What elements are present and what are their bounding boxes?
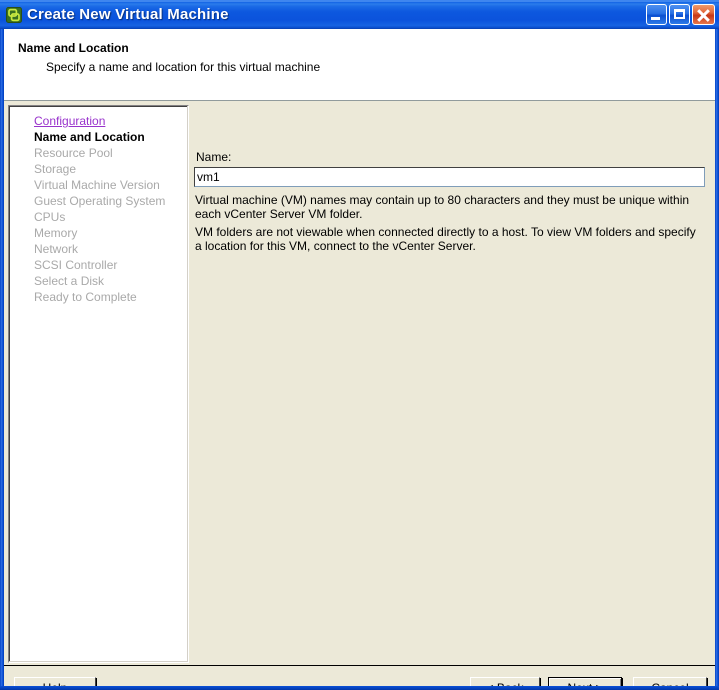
cancel-button[interactable]: Cancel bbox=[633, 677, 707, 686]
minimize-button[interactable] bbox=[646, 4, 667, 25]
back-button[interactable]: < Back bbox=[470, 677, 540, 686]
help-button[interactable]: Help bbox=[14, 677, 96, 686]
sidebar-item-storage: Storage bbox=[34, 162, 77, 176]
sidebar-item-name-and-location[interactable]: Name and Location bbox=[9, 129, 188, 145]
close-button[interactable] bbox=[692, 4, 715, 25]
wizard-step-list: Configuration Name and Location Resource… bbox=[8, 105, 189, 663]
maximize-button[interactable] bbox=[669, 4, 690, 25]
page-title: Name and Location bbox=[18, 41, 129, 55]
window-controls bbox=[646, 4, 715, 25]
name-input[interactable] bbox=[194, 167, 705, 187]
sidebar-item-virtual-machine-version: Virtual Machine Version bbox=[34, 178, 160, 192]
title-bar[interactable]: Create New Virtual Machine bbox=[0, 0, 719, 29]
name-help-text-2: VM folders are not viewable when connect… bbox=[195, 225, 696, 253]
sidebar-item-ready-to-complete: Ready to Complete bbox=[34, 290, 137, 304]
dialog-client-area: Name and Location Specify a name and loc… bbox=[4, 29, 715, 686]
sidebar-item-configuration[interactable]: Configuration bbox=[9, 113, 188, 129]
sidebar-item-resource-pool: Resource Pool bbox=[34, 146, 113, 160]
wizard-footer: Help < Back Next > Cancel bbox=[4, 665, 715, 686]
vmware-squares-icon bbox=[6, 6, 22, 23]
sidebar-item-cpus: CPUs bbox=[34, 210, 66, 224]
wizard-main-panel: Name: Virtual machine (VM) names may con… bbox=[190, 105, 711, 663]
sidebar-item-memory: Memory bbox=[34, 226, 78, 240]
sidebar-item-network: Network bbox=[34, 242, 79, 256]
next-button[interactable]: Next > bbox=[548, 677, 622, 686]
name-help-text-1: Virtual machine (VM) names may contain u… bbox=[195, 193, 690, 221]
window-frame-right bbox=[715, 29, 719, 690]
create-new-virtual-machine-window: Create New Virtual Machine Name and Loca… bbox=[0, 0, 719, 690]
sidebar-item-select-a-disk: Select a Disk bbox=[34, 274, 105, 288]
sidebar-item-scsi-controller: SCSI Controller bbox=[34, 258, 118, 272]
window-title: Create New Virtual Machine bbox=[27, 6, 229, 23]
page-subtitle: Specify a name and location for this vir… bbox=[46, 60, 321, 74]
wizard-body: Configuration Name and Location Resource… bbox=[4, 102, 715, 664]
wizard-header: Name and Location Specify a name and loc… bbox=[4, 29, 715, 101]
sidebar-item-guest-operating-system: Guest Operating System bbox=[34, 194, 166, 208]
window-frame-bottom bbox=[0, 686, 719, 690]
name-label: Name: bbox=[196, 150, 232, 164]
